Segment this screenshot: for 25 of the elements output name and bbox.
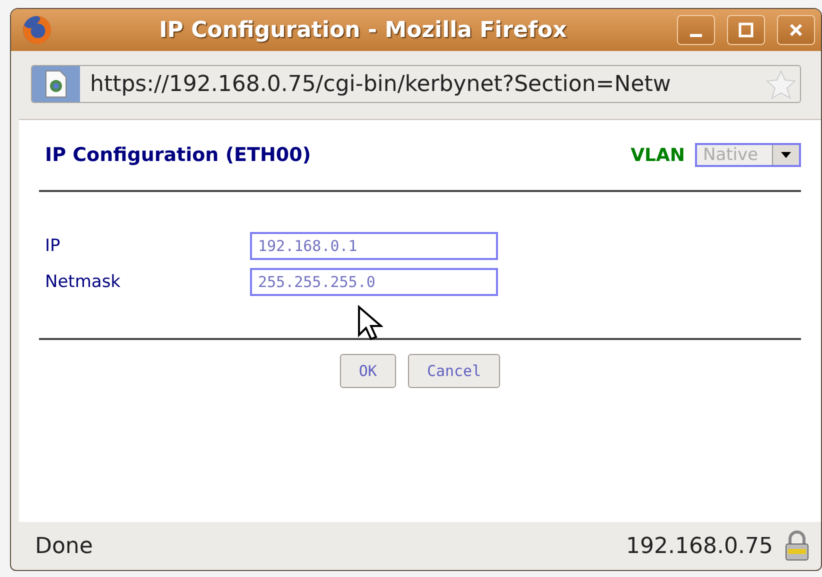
cancel-button[interactable]: Cancel <box>408 354 500 388</box>
mouse-pointer-icon <box>357 305 383 341</box>
maximize-button[interactable] <box>727 15 765 45</box>
padlock-icon <box>783 530 811 562</box>
close-icon <box>788 22 804 38</box>
input-field[interactable]: 192.168.0.1 <box>250 232 498 260</box>
maximize-icon <box>738 22 754 38</box>
site-icon <box>32 66 80 102</box>
close-button[interactable] <box>777 15 815 45</box>
url-text: https://192.168.0.75/cgi-bin/kerbynet?Section=Netw <box>89 72 672 96</box>
minimize-icon <box>690 34 702 36</box>
status-host: 192.168.0.75 <box>626 534 773 558</box>
status-text: Done <box>35 534 93 558</box>
ok-button[interactable]: OK <box>340 354 396 388</box>
page-heading: IP Configuration (ETH00) <box>45 144 311 166</box>
star-icon[interactable] <box>766 69 796 99</box>
input-field[interactable]: 255.255.255.0 <box>250 268 498 296</box>
address-bar[interactable]: https://192.168.0.75/cgi-bin/kerbynet?Section=Netw <box>31 65 801 103</box>
browser-logo-icon <box>21 14 53 46</box>
caret-icon <box>781 152 791 158</box>
minimize-button[interactable] <box>677 15 715 45</box>
field-label: IP <box>45 236 62 256</box>
vlan-label: VLAN <box>630 144 685 166</box>
field-label: Netmask <box>45 272 122 292</box>
window-title: IP Configuration - Mozilla Firefox <box>158 18 568 42</box>
